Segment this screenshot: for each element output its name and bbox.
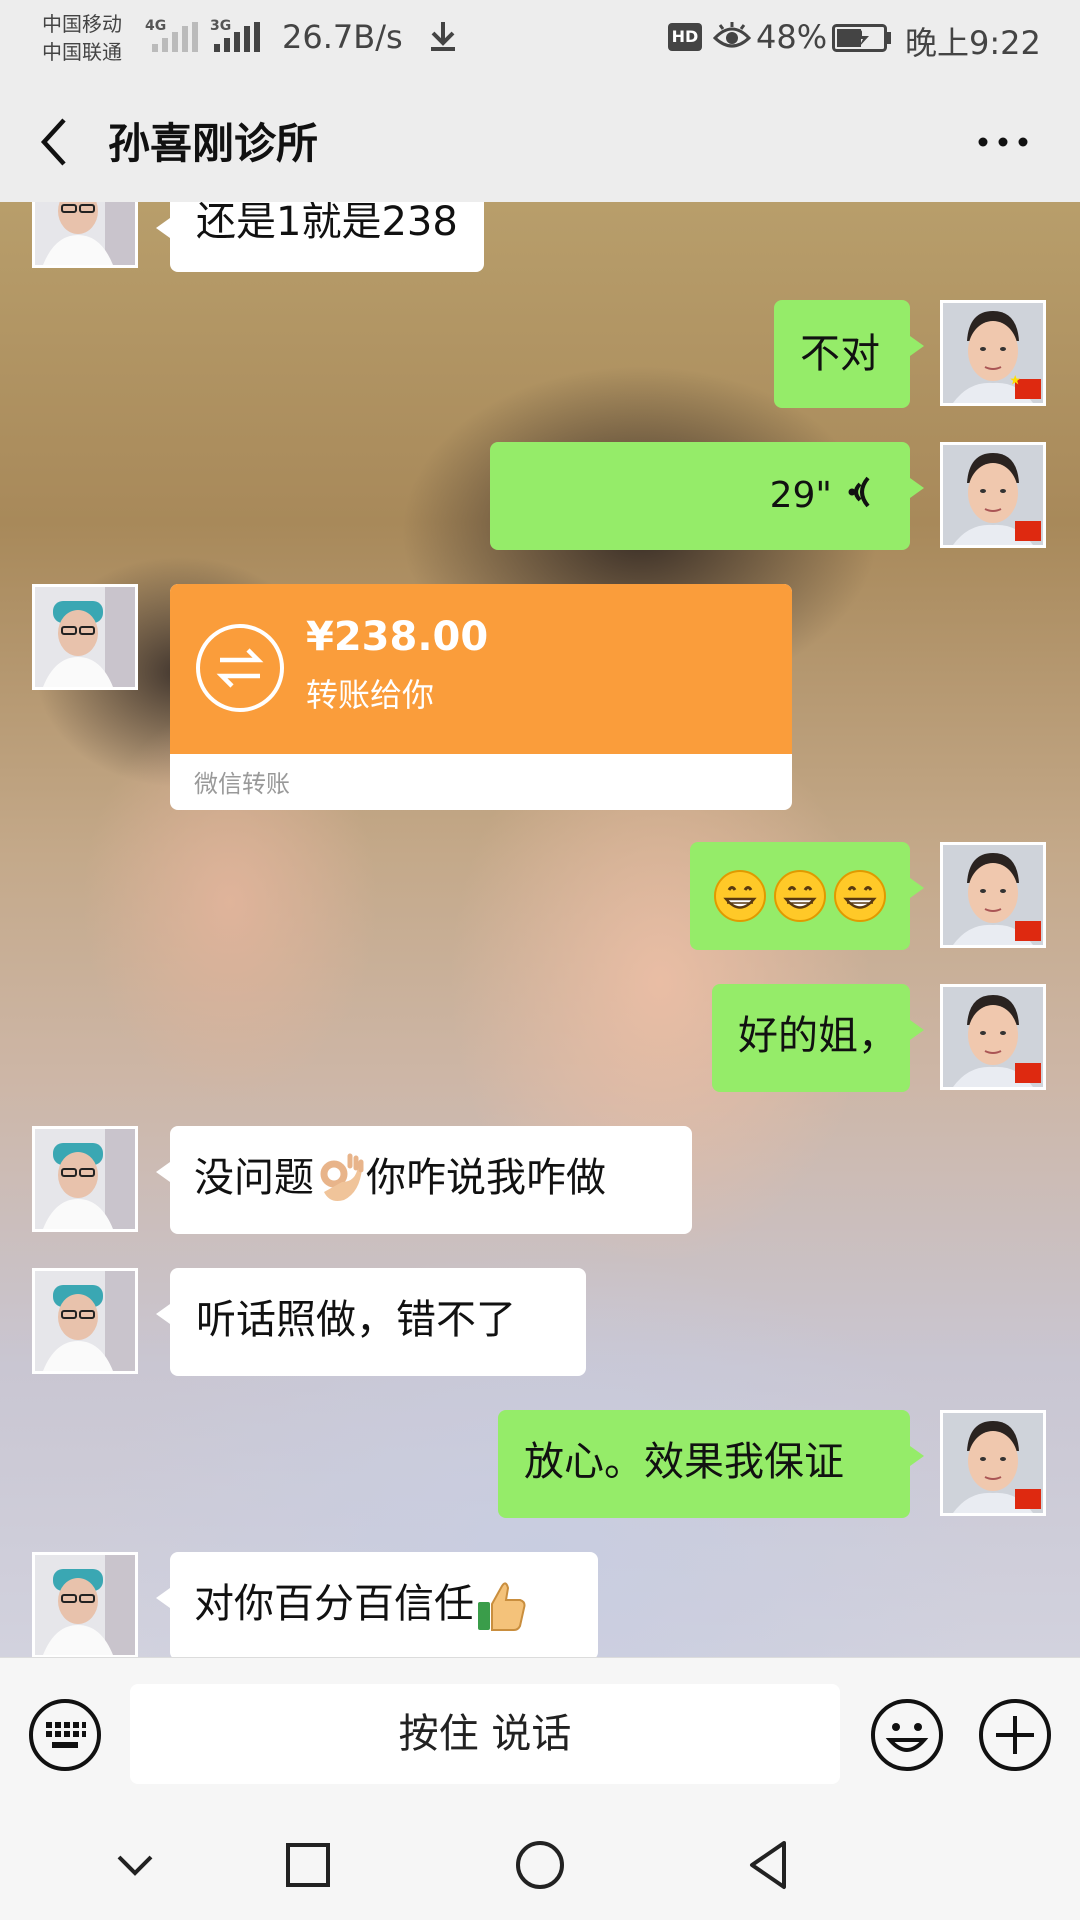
my-avatar[interactable]	[940, 984, 1046, 1090]
chat-title: 孙喜刚诊所	[108, 119, 319, 168]
message-bubble-outgoing[interactable]: 不对	[774, 300, 924, 408]
message-text: 放心。效果我保证	[524, 1439, 844, 1485]
my-avatar[interactable]	[940, 1410, 1046, 1516]
message-text-continued: 你咋说我咋做	[366, 1155, 606, 1201]
hide-keyboard-chevron-icon[interactable]	[105, 1835, 165, 1895]
clock: 晚上9:22	[905, 24, 1041, 62]
my-avatar[interactable]	[940, 300, 1046, 406]
signal-2-icon	[214, 22, 260, 52]
back-arrow-icon[interactable]	[34, 114, 74, 170]
contact-avatar[interactable]	[32, 202, 138, 268]
eye-comfort-icon	[712, 22, 752, 48]
hold-to-talk-button[interactable]: 按住 说话	[130, 1684, 840, 1784]
grin-emoji	[834, 870, 886, 922]
net-speed: 26.7B/s	[282, 18, 403, 56]
ok-hand-emoji	[320, 1153, 364, 1201]
message-bubble-incoming[interactable]: 没问题 你咋说我咋做	[156, 1126, 692, 1234]
voice-message-bubble[interactable]: 29"	[490, 442, 924, 550]
message-bubble-incoming[interactable]: 听话照做，错不了	[156, 1268, 586, 1376]
my-avatar[interactable]	[940, 842, 1046, 948]
transfer-arrows-icon	[196, 624, 284, 712]
contact-avatar[interactable]	[32, 1552, 138, 1657]
carrier-names: 中国移动 中国联通	[42, 10, 122, 66]
home-circle-icon[interactable]	[510, 1835, 570, 1895]
grin-emoji	[714, 870, 766, 922]
money-transfer-card[interactable]: ¥238.00 转账给你 微信转账	[170, 584, 792, 810]
my-avatar[interactable]	[940, 442, 1046, 548]
signal-1-icon	[152, 22, 198, 52]
chat-header: 孙喜刚诊所	[0, 80, 1080, 202]
more-actions-plus-icon[interactable]	[978, 1698, 1052, 1772]
voice-wave-icon	[848, 476, 870, 508]
thumbs-up-emoji	[478, 1582, 526, 1631]
chat-message-list[interactable]: 还是1就是238 不对 29" ¥238.00 转账给你 微信转账 好的姐， 没…	[0, 202, 1080, 1657]
contact-avatar[interactable]	[32, 584, 138, 690]
voice-duration: 29"	[769, 475, 832, 516]
back-triangle-icon[interactable]	[740, 1835, 800, 1895]
carrier-1: 中国移动	[42, 12, 122, 36]
message-text: 听话照做，错不了	[196, 1297, 516, 1343]
contact-avatar[interactable]	[32, 1126, 138, 1232]
message-text: 好的姐，	[738, 1013, 898, 1059]
message-text: 不对	[800, 331, 880, 377]
chat-input-bar: 按住 说话	[0, 1657, 1080, 1806]
download-icon	[431, 22, 455, 51]
message-text: 对你百分百信任	[194, 1581, 474, 1627]
message-text: 没问题	[194, 1155, 314, 1201]
grin-emoji-group	[714, 870, 886, 922]
transfer-amount: ¥238.00	[306, 614, 489, 660]
message-bubble-outgoing[interactable]: 放心。效果我保证	[498, 1410, 924, 1518]
message-text: 还是1就是238	[196, 202, 458, 245]
more-options-icon[interactable]	[975, 122, 1031, 162]
transfer-footer-label: 微信转账	[194, 770, 290, 798]
grin-emoji	[774, 870, 826, 922]
status-bar: 中国移动 中国联通 4G 3G 26.7B/s HD 48% 晚上9:22	[0, 0, 1080, 80]
message-bubble-incoming[interactable]: 还是1就是238	[156, 202, 484, 272]
contact-avatar[interactable]	[32, 1268, 138, 1374]
recent-apps-square-icon[interactable]	[278, 1835, 338, 1895]
carrier-2: 中国联通	[42, 40, 122, 64]
battery-percent: 48%	[756, 18, 828, 56]
keyboard-toggle-icon[interactable]	[28, 1698, 102, 1772]
system-navigation-bar	[0, 1805, 1080, 1920]
transfer-card-body: ¥238.00 转账给你	[170, 584, 792, 754]
message-bubble-incoming[interactable]: 对你百分百信任	[156, 1552, 598, 1657]
emoji-picker-icon[interactable]	[870, 1698, 944, 1772]
emoji-message-bubble[interactable]	[690, 842, 924, 950]
transfer-description: 转账给你	[306, 676, 435, 714]
hd-icon: HD	[668, 23, 702, 51]
message-bubble-outgoing[interactable]: 好的姐，	[712, 984, 924, 1092]
battery-icon	[832, 24, 891, 52]
